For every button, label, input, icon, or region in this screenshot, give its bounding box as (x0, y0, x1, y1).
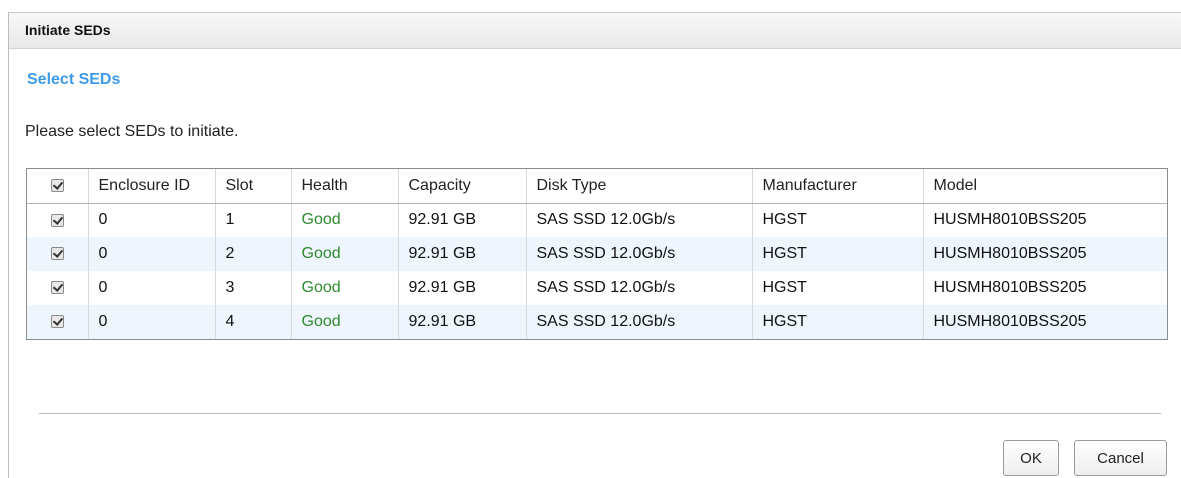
cell-manufacturer: HGST (752, 203, 924, 237)
cell-capacity: 92.91 GB (398, 305, 527, 339)
cell-slot: 2 (215, 237, 292, 271)
table-row[interactable]: 0 3 Good 92.91 GB SAS SSD 12.0Gb/s HGST … (27, 271, 1167, 305)
initiate-seds-dialog: Initiate SEDs Select SEDs Please select … (8, 12, 1181, 478)
cell-enclosure-id: 0 (88, 203, 216, 237)
section-title: Select SEDs (27, 71, 121, 88)
footer-divider (39, 413, 1161, 414)
cell-slot: 3 (215, 271, 292, 305)
cell-slot: 1 (215, 203, 292, 237)
cell-enclosure-id: 0 (88, 305, 216, 339)
cell-manufacturer: HGST (752, 305, 924, 339)
ok-button[interactable]: OK (1003, 440, 1059, 476)
table-row[interactable]: 0 2 Good 92.91 GB SAS SSD 12.0Gb/s HGST … (27, 237, 1167, 271)
cell-health: Good (291, 271, 399, 305)
cell-disk-type: SAS SSD 12.0Gb/s (526, 237, 753, 271)
cell-enclosure-id: 0 (88, 271, 216, 305)
dialog-title: Initiate SEDs (9, 13, 1181, 49)
cancel-button[interactable]: Cancel (1074, 440, 1167, 476)
row-checkbox-cell (27, 203, 89, 237)
cell-health: Good (291, 237, 399, 271)
row-checkbox[interactable] (50, 247, 64, 261)
header-capacity[interactable]: Capacity (398, 169, 527, 204)
table-row[interactable]: 0 1 Good 92.91 GB SAS SSD 12.0Gb/s HGST … (27, 203, 1167, 237)
cell-health: Good (291, 203, 399, 237)
row-checkbox[interactable] (50, 213, 64, 227)
row-checkbox[interactable] (50, 315, 64, 329)
header-manufacturer[interactable]: Manufacturer (752, 169, 924, 204)
cell-model: HUSMH8010BSS205 (923, 237, 1167, 271)
instruction-text: Please select SEDs to initiate. (25, 123, 239, 140)
cell-model: HUSMH8010BSS205 (923, 305, 1167, 339)
cell-capacity: 92.91 GB (398, 271, 527, 305)
header-slot[interactable]: Slot (215, 169, 292, 204)
cell-capacity: 92.91 GB (398, 203, 527, 237)
row-checkbox-cell (27, 305, 89, 339)
cell-disk-type: SAS SSD 12.0Gb/s (526, 203, 753, 237)
select-all-cell (27, 169, 89, 204)
cell-disk-type: SAS SSD 12.0Gb/s (526, 271, 753, 305)
row-checkbox-cell (27, 237, 89, 271)
cell-model: HUSMH8010BSS205 (933, 279, 1087, 296)
cell-manufacturer: HGST (752, 271, 924, 305)
header-health[interactable]: Health (291, 169, 399, 204)
cell-model: HUSMH8010BSS205 (933, 211, 1087, 229)
table-row[interactable]: 0 4 Good 92.91 GB SAS SSD 12.0Gb/s HGST … (27, 305, 1167, 339)
cell-enclosure-id: 0 (88, 237, 216, 271)
header-enclosure-id[interactable]: Enclosure ID (88, 169, 216, 204)
row-checkbox-cell (27, 271, 89, 305)
sed-table: Enclosure ID Slot Health Capacity Disk T… (26, 168, 1168, 340)
header-disk-type[interactable]: Disk Type (526, 169, 753, 204)
select-all-checkbox[interactable] (50, 179, 64, 193)
table-header-row: Enclosure ID Slot Health Capacity Disk T… (27, 169, 1167, 204)
cell-capacity: 92.91 GB (398, 237, 527, 271)
cell-slot: 4 (215, 305, 292, 339)
cell-manufacturer: HGST (752, 237, 924, 271)
cell-health: Good (291, 305, 399, 339)
header-model[interactable]: Model (923, 169, 1167, 204)
cell-disk-type: SAS SSD 12.0Gb/s (526, 305, 753, 339)
row-checkbox[interactable] (50, 281, 64, 295)
